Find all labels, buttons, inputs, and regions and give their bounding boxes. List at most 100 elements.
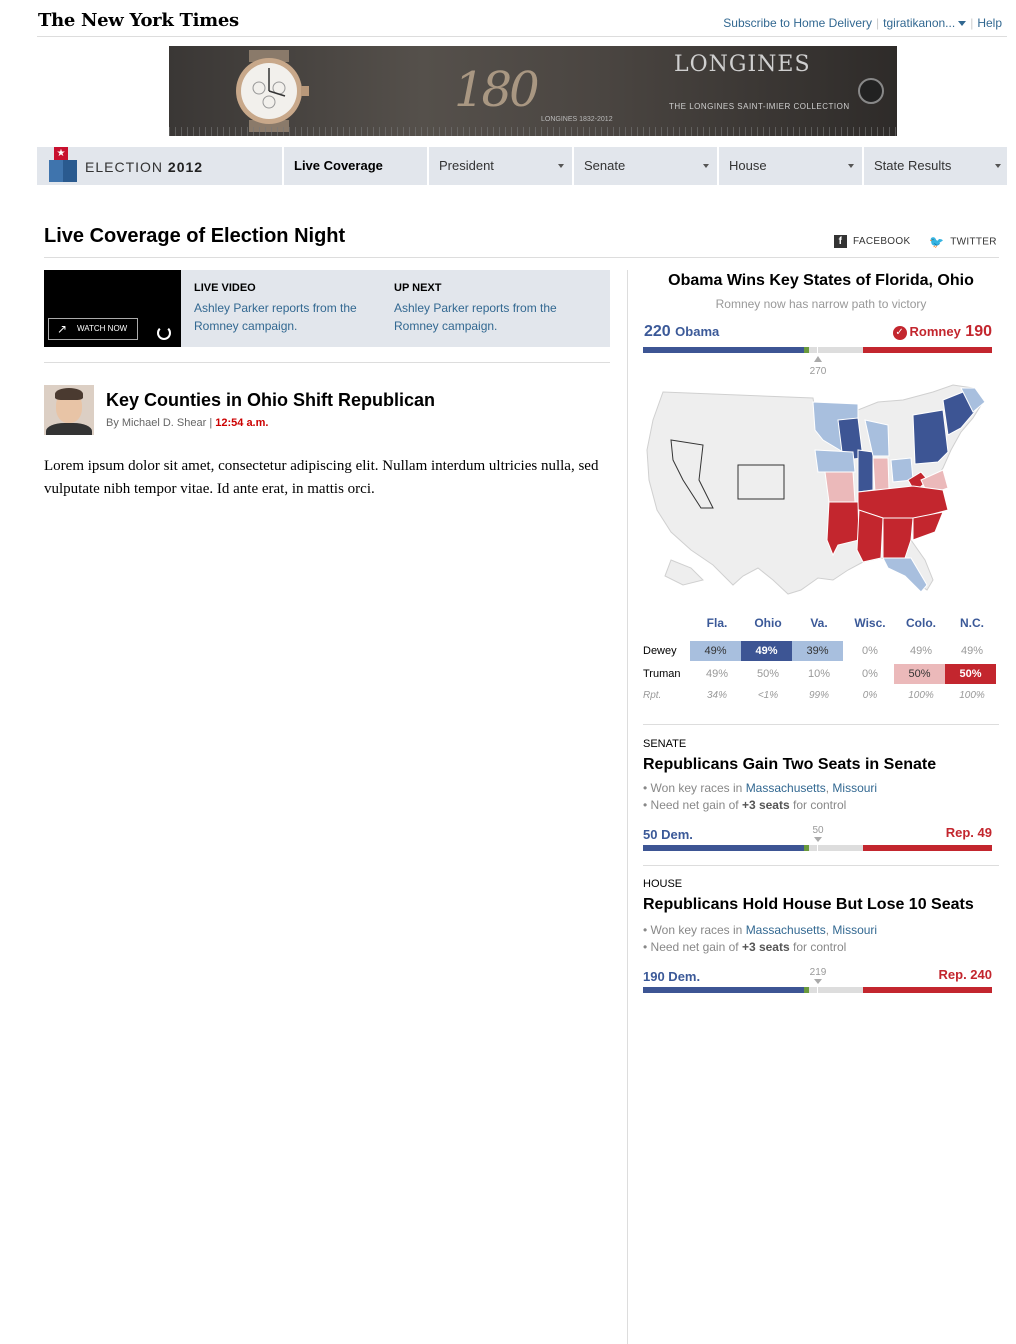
house-bullet-control: • Need net gain of +3 seats for control <box>643 940 847 954</box>
senate-seat-bar <box>643 844 992 852</box>
ad-brand: LONGINES <box>674 52 811 77</box>
star-flag-icon: ★ <box>54 147 68 160</box>
chevron-down-icon <box>703 164 709 168</box>
arrow-icon: ↗ <box>57 322 68 336</box>
column-header: Wisc. <box>854 616 886 630</box>
table-cell: 49% <box>690 641 741 661</box>
missouri-link[interactable]: Missouri <box>832 923 877 937</box>
table-row: Dewey 49% 49% 39% 0% 49% 49% <box>643 641 999 663</box>
watch-now-button[interactable]: ↗ WATCH NOW <box>48 318 138 340</box>
facebook-icon: f <box>834 235 847 248</box>
column-header: Fla. <box>706 616 728 630</box>
election-title: ELECTION 2012 <box>85 159 204 175</box>
senate-threshold-label: 50 <box>812 825 824 836</box>
table-cell: 100% <box>908 690 934 701</box>
house-headline[interactable]: Republicans Hold House But Lose 10 Seats <box>643 896 974 914</box>
article-body: Lorem ipsum dolor sit amet, consectetur … <box>44 458 599 497</box>
house-label: HOUSE <box>643 878 683 890</box>
user-name: tgiratikanon... <box>883 16 956 30</box>
video-player[interactable]: ↗ WATCH NOW <box>44 270 181 347</box>
table-row: Rpt. 34% <1% 99% 0% 100% 100% <box>643 690 999 706</box>
table-cell: 0% <box>862 690 878 701</box>
live-video-module: ↗ WATCH NOW LIVE VIDEO Ashley Parker repo… <box>44 270 610 347</box>
table-header: Fla. Ohio Va. Wisc. Colo. N.C. <box>643 616 999 634</box>
chevron-down-icon <box>958 21 967 27</box>
massachusetts-link[interactable]: Massachusetts <box>746 923 826 937</box>
house-threshold-label: 219 <box>809 967 827 978</box>
candidate-name: Dewey <box>643 645 677 657</box>
missouri-link[interactable]: Missouri <box>832 781 877 795</box>
table-cell: 49% <box>741 641 792 661</box>
article-title[interactable]: Key Counties in Ohio Shift Republican <box>106 390 435 411</box>
column-divider <box>627 270 628 1344</box>
divider <box>643 865 999 866</box>
tab-house[interactable]: House <box>717 147 860 185</box>
user-menu[interactable]: tgiratikanon... <box>883 16 967 30</box>
subscribe-link[interactable]: Subscribe to Home Delivery <box>723 16 872 30</box>
senate-dem-seats: 50 Dem. <box>643 827 693 842</box>
author-avatar <box>44 385 94 435</box>
table-cell: 0% <box>862 645 878 657</box>
house-bullet-races: • Won key races in Massachusetts, Missou… <box>643 923 878 937</box>
president-headline[interactable]: Obama Wins Key States of Florida, Ohio <box>643 272 999 290</box>
divider <box>44 362 610 363</box>
ad-seal-icon <box>858 78 884 104</box>
ad-banner[interactable]: 180 LONGINES THE LONGINES SAINT-IMIER CO… <box>169 46 897 136</box>
table-cell: 34% <box>706 690 727 701</box>
table-cell: 0% <box>862 668 878 680</box>
winner-check-icon: ✓ <box>892 326 907 340</box>
table-cell: 50% <box>945 664 996 684</box>
table-cell: <1% <box>757 690 779 701</box>
table-row: Truman 49% 50% 10% 0% 50% 50% <box>643 664 999 686</box>
page-title: Live Coverage of Election Night <box>44 225 346 247</box>
house-rep-seats: Rep. 240 <box>938 967 992 982</box>
election-brand[interactable]: ★ ELECTION 2012 <box>37 147 282 185</box>
chevron-down-icon <box>558 164 564 168</box>
chevron-down-icon <box>995 164 1001 168</box>
threshold-marker-icon <box>814 356 822 362</box>
senate-rep-seats: Rep. 49 <box>945 825 992 840</box>
column-header: Colo. <box>906 616 936 630</box>
candidate-name: Truman <box>643 668 681 680</box>
house-dem-seats: 190 Dem. <box>643 969 701 984</box>
twitter-share[interactable]: 🐦 TWITTER <box>929 235 997 249</box>
nyt-logo[interactable]: The New York Times <box>38 10 239 31</box>
help-link[interactable]: Help <box>977 16 1002 30</box>
tab-state-results[interactable]: State Results <box>862 147 1007 185</box>
up-next-label: UP NEXT <box>394 282 442 294</box>
ad-anniversary-number: 180 <box>454 62 540 118</box>
ad-tagline: THE LONGINES SAINT-IMIER COLLECTION <box>669 102 850 111</box>
facebook-share[interactable]: f FACEBOOK <box>834 235 910 248</box>
threshold-marker-icon <box>814 979 822 984</box>
divider <box>643 724 999 725</box>
ad-ruler <box>169 127 897 136</box>
tab-president[interactable]: President <box>427 147 570 185</box>
electoral-map[interactable] <box>643 380 993 595</box>
election-nav: ★ ELECTION 2012 Live Coverage President … <box>37 147 1007 185</box>
tab-live-coverage[interactable]: Live Coverage <box>282 147 425 185</box>
table-cell: 49% <box>705 668 729 680</box>
senate-headline[interactable]: Republicans Gain Two Seats in Senate <box>643 756 936 774</box>
table-cell: 50% <box>894 664 945 684</box>
threshold-marker-icon <box>814 837 822 842</box>
table-cell: 100% <box>959 690 985 701</box>
column-header: Va. <box>810 616 828 630</box>
senate-bullet-races: • Won key races in Massachusetts, Missou… <box>643 781 878 795</box>
reporting-label: Rpt. <box>643 690 662 701</box>
table-cell: 49% <box>960 645 984 657</box>
senate-label: SENATE <box>643 738 687 750</box>
article-time: 12:54 a.m. <box>215 417 269 429</box>
live-video-label: LIVE VIDEO <box>194 282 256 294</box>
tab-senate[interactable]: Senate <box>572 147 715 185</box>
massachusetts-link[interactable]: Massachusetts <box>746 781 826 795</box>
table-cell: 99% <box>808 690 829 701</box>
up-next-link[interactable]: Ashley Parker reports from the Romney ca… <box>394 299 584 335</box>
loading-spinner-icon <box>157 326 171 340</box>
ballot-box-icon <box>49 160 77 182</box>
article-byline: By Michael D. Shear | 12:54 a.m. <box>106 417 269 429</box>
ad-years: LONGINES 1832-2012 <box>541 116 613 123</box>
table-cell: 39% <box>792 641 843 661</box>
table-cell: 50% <box>756 668 780 680</box>
live-video-link[interactable]: Ashley Parker reports from the Romney ca… <box>194 299 384 335</box>
romney-tally: ✓ Romney 190 <box>892 323 992 341</box>
